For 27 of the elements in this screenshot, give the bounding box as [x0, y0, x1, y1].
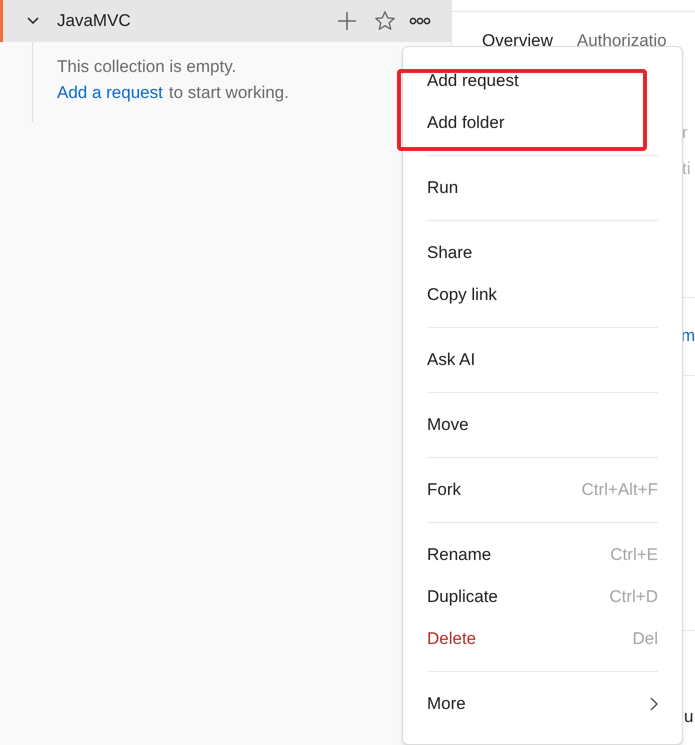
menu-item[interactable]: More: [403, 683, 682, 725]
menu-item[interactable]: Move: [403, 404, 682, 446]
menu-item[interactable]: Rename Ctrl+E: [403, 534, 682, 576]
collection-name: JavaMVC: [57, 10, 132, 32]
hint-text: to start working.: [168, 82, 289, 104]
menu-item[interactable]: Delete Del: [403, 618, 682, 660]
partial-text: r: [682, 122, 688, 144]
menu-item[interactable]: Ask AI: [403, 339, 682, 381]
menu-item[interactable]: Add request: [403, 60, 682, 102]
shortcut-text: Ctrl+E: [610, 544, 658, 566]
chevron-right-icon: [650, 697, 658, 711]
partial-text: ti: [682, 158, 690, 180]
shortcut-text: Ctrl+D: [609, 586, 658, 608]
partial-text: u: [684, 706, 694, 728]
more-icon[interactable]: [409, 17, 431, 25]
menu-item[interactable]: Share: [403, 232, 682, 274]
add-request-link[interactable]: Add a request: [57, 80, 163, 106]
plus-icon[interactable]: [337, 11, 357, 31]
menu-item[interactable]: Duplicate Ctrl+D: [403, 576, 682, 618]
collection-row[interactable]: JavaMVC: [0, 0, 451, 42]
menu-item[interactable]: Run: [403, 167, 682, 209]
shortcut-text: Ctrl+Alt+F: [581, 479, 658, 502]
star-icon[interactable]: [374, 10, 396, 32]
menu-item[interactable]: Add folder: [403, 102, 682, 144]
shortcut-text: Del: [632, 628, 658, 650]
menu-item[interactable]: Copy link: [403, 274, 682, 316]
menu-item[interactable]: Fork Ctrl+Alt+F: [403, 469, 682, 511]
